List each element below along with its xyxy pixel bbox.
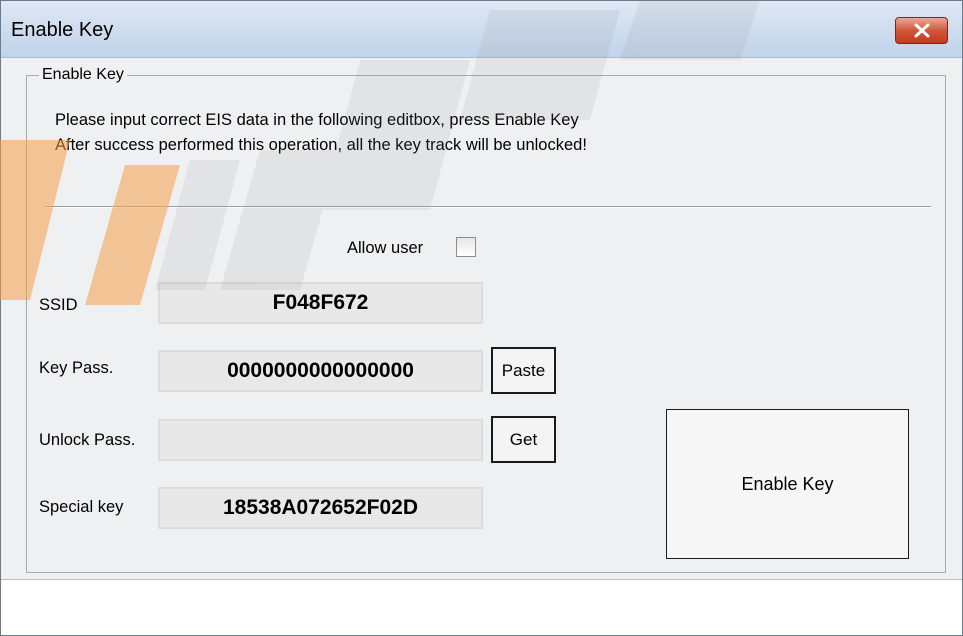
unlock-pass-field[interactable] bbox=[158, 419, 483, 461]
ssid-label: SSID bbox=[39, 296, 78, 314]
groupbox-legend: Enable Key bbox=[39, 66, 127, 84]
separator bbox=[45, 206, 931, 208]
close-icon bbox=[914, 23, 930, 38]
special-key-label: Special key bbox=[39, 498, 124, 516]
status-bar bbox=[1, 579, 962, 635]
ssid-field[interactable]: F048F672 bbox=[158, 282, 483, 324]
unlock-pass-label: Unlock Pass. bbox=[39, 431, 136, 449]
special-key-field[interactable]: 18538A072652F02D bbox=[158, 487, 483, 529]
enable-key-dialog: Enable Key Enable Key Please input corre… bbox=[0, 0, 963, 636]
enable-key-button[interactable]: Enable Key bbox=[666, 409, 909, 559]
allow-user-label: Allow user bbox=[347, 239, 424, 257]
get-button[interactable]: Get bbox=[491, 416, 556, 463]
allow-user-checkbox[interactable] bbox=[456, 237, 476, 257]
close-button[interactable] bbox=[895, 17, 948, 44]
key-pass-label: Key Pass. bbox=[39, 359, 114, 377]
dialog-body: Enable Key Please input correct EIS data… bbox=[1, 58, 962, 578]
window-title: Enable Key bbox=[11, 19, 114, 41]
paste-button[interactable]: Paste bbox=[491, 347, 556, 394]
key-pass-field[interactable]: 0000000000000000 bbox=[158, 350, 483, 392]
instruction-line-2: After success performed this operation, … bbox=[55, 136, 587, 154]
instruction-line-1: Please input correct EIS data in the fol… bbox=[55, 111, 579, 129]
title-bar: Enable Key bbox=[1, 1, 962, 58]
